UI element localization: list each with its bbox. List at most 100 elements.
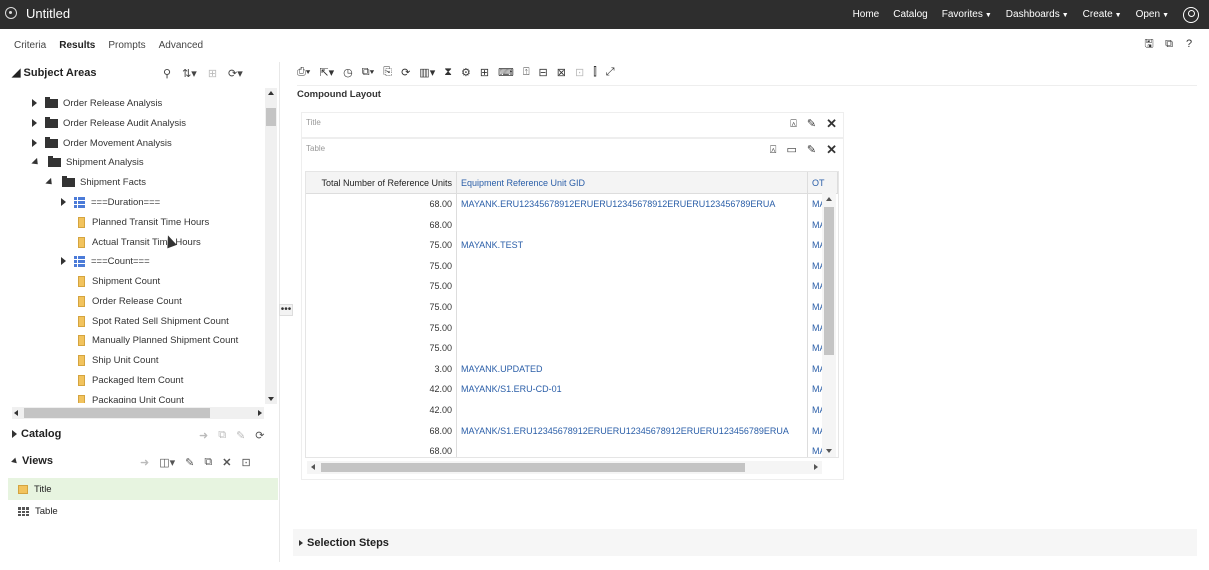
- tree-item-order-release-count[interactable]: Order Release Count: [78, 292, 182, 310]
- table-cell[interactable]: [457, 399, 808, 421]
- new-view-icon[interactable]: ▥▾: [419, 66, 435, 79]
- variables-icon[interactable]: ⌨: [498, 66, 514, 79]
- scroll-up-icon[interactable]: [268, 91, 274, 95]
- panel-splitter[interactable]: •••: [279, 304, 293, 316]
- expand-icon[interactable]: [32, 139, 37, 147]
- scroll-thumb[interactable]: [824, 207, 834, 355]
- views-header[interactable]: Views: [11, 455, 53, 467]
- scroll-down-icon[interactable]: [268, 397, 274, 401]
- collapse-icon[interactable]: [45, 177, 55, 187]
- app-icon[interactable]: [5, 7, 17, 19]
- tree-item-manually-planned-shipment-count[interactable]: Manually Planned Shipment Count: [78, 331, 238, 349]
- expand-icon[interactable]: [32, 99, 37, 107]
- tree-item-ship-unit-count[interactable]: Ship Unit Count: [78, 351, 159, 369]
- tree-item-shipment-facts[interactable]: Shipment Facts: [45, 173, 146, 191]
- schedule-icon[interactable]: ◷: [343, 66, 353, 79]
- new-view-icon[interactable]: ◫▾: [159, 456, 175, 469]
- tree-item-shipment-analysis[interactable]: Shipment Analysis: [31, 153, 144, 171]
- expand-icon[interactable]: [32, 119, 37, 127]
- data-format-icon[interactable]: ▭: [786, 144, 796, 156]
- refresh-icon[interactable]: ⟳: [401, 66, 410, 79]
- column-header[interactable]: OT: [808, 172, 838, 193]
- close-icon[interactable]: ✕: [826, 143, 837, 156]
- nav-favorites[interactable]: Favorites ▼: [942, 9, 992, 20]
- delete-view-icon[interactable]: ✕: [222, 456, 231, 469]
- table-cell[interactable]: [457, 441, 808, 457]
- print-preview-icon[interactable]: ⎘: [383, 66, 392, 79]
- export-icon[interactable]: ⇱▾: [319, 66, 334, 79]
- nav-open[interactable]: Open ▼: [1136, 9, 1169, 20]
- scroll-thumb[interactable]: [24, 408, 210, 418]
- edit-icon[interactable]: ✎: [807, 144, 816, 156]
- tab-criteria[interactable]: Criteria: [14, 40, 46, 51]
- column-properties-icon[interactable]: ⫿: [593, 66, 597, 79]
- copy-icon[interactable]: ⧉▾: [362, 66, 374, 79]
- sort-icon[interactable]: ⇅▾: [182, 67, 197, 80]
- close-icon[interactable]: ✕: [826, 117, 837, 130]
- tree-item-packaging-unit-count[interactable]: Packaging Unit Count: [78, 391, 184, 403]
- table-cell[interactable]: MAYANK/S1.ERU12345678912ERUERU1234567891…: [457, 420, 808, 442]
- table-cell[interactable]: MAYANK.ERU12345678912ERUERU12345678912ER…: [457, 194, 808, 215]
- properties-icon[interactable]: ⊠: [557, 66, 566, 79]
- add-column-icon[interactable]: ⊞: [480, 66, 489, 79]
- save-icon[interactable]: 🖫: [1143, 38, 1155, 50]
- tree-vertical-scrollbar[interactable]: [265, 88, 277, 404]
- scroll-right-icon[interactable]: [814, 464, 818, 470]
- tab-prompts[interactable]: Prompts: [108, 40, 145, 51]
- nav-dashboards[interactable]: Dashboards ▼: [1006, 9, 1069, 20]
- scroll-left-icon[interactable]: [14, 410, 18, 416]
- scroll-thumb[interactable]: [321, 463, 745, 472]
- collapse-icon[interactable]: [31, 157, 41, 167]
- selection-steps-icon[interactable]: ⚙: [461, 66, 471, 79]
- table-vertical-scrollbar[interactable]: [822, 193, 836, 457]
- catalog-header[interactable]: Catalog: [12, 428, 61, 440]
- save-as-icon[interactable]: ⧉: [1163, 38, 1175, 50]
- print-icon[interactable]: ⎙▾: [297, 66, 310, 79]
- tree-item-packaged-item-count[interactable]: Packaged Item Count: [78, 371, 183, 389]
- tree-item-actual-transit-time-hours[interactable]: Actual Transit Time Hours: [78, 233, 201, 251]
- refresh-icon[interactable]: ⟳▾: [228, 67, 243, 80]
- edit-icon[interactable]: ✎: [807, 118, 816, 130]
- table-cell[interactable]: [457, 317, 808, 339]
- view-item-table[interactable]: Table: [8, 500, 278, 522]
- column-header[interactable]: Equipment Reference Unit GID: [457, 172, 808, 193]
- refresh-icon[interactable]: ⟳: [255, 429, 264, 442]
- table-cell[interactable]: MAYANK.UPDATED: [457, 358, 808, 380]
- tree-item-spot-rated-sell-shipment-count[interactable]: Spot Rated Sell Shipment Count: [78, 312, 229, 330]
- nav-home[interactable]: Home: [853, 9, 880, 20]
- help-icon[interactable]: ?: [1183, 38, 1195, 50]
- table-cell[interactable]: MAYANK.TEST: [457, 235, 808, 256]
- table-horizontal-scrollbar[interactable]: [307, 461, 822, 474]
- subject-areas-header[interactable]: ◢ Subject Areas: [12, 66, 96, 79]
- tree-item-planned-transit-time-hours[interactable]: Planned Transit Time Hours: [78, 213, 209, 231]
- format-container-icon[interactable]: ⍓: [770, 144, 777, 156]
- format-container-icon[interactable]: ⍓: [790, 118, 797, 130]
- duplicate-view-icon[interactable]: ⧉: [204, 456, 212, 469]
- view-item-title[interactable]: Title: [8, 478, 278, 500]
- table-cell[interactable]: [457, 338, 808, 359]
- tab-results[interactable]: Results: [59, 40, 95, 51]
- scroll-up-icon[interactable]: [826, 197, 832, 201]
- table-cell[interactable]: [457, 214, 808, 236]
- expand-icon[interactable]: [61, 198, 66, 206]
- tab-advanced[interactable]: Advanced: [159, 40, 203, 51]
- upload-icon[interactable]: ⍐: [523, 66, 530, 79]
- table-cell[interactable]: [457, 276, 808, 297]
- table-cell[interactable]: MAYANK/S1.ERU-CD-01: [457, 379, 808, 400]
- selection-steps-header[interactable]: Selection Steps: [293, 529, 1197, 556]
- column-header[interactable]: Total Number of Reference Units: [306, 172, 457, 193]
- scroll-down-icon[interactable]: [826, 449, 832, 453]
- scroll-left-icon[interactable]: [311, 464, 315, 470]
- tree-item-shipment-count[interactable]: Shipment Count: [78, 272, 160, 290]
- tree-item-duration[interactable]: ===Duration===: [61, 193, 160, 211]
- tree-item-order-movement-analysis[interactable]: Order Movement Analysis: [32, 134, 172, 152]
- scroll-thumb[interactable]: [266, 108, 276, 126]
- table-cell[interactable]: [457, 296, 808, 318]
- tree-item-order-release-analysis[interactable]: Order Release Analysis: [32, 94, 162, 112]
- tree-item-count[interactable]: ===Count===: [61, 252, 150, 270]
- edit-formula-icon[interactable]: ⤢: [606, 66, 615, 79]
- search-icon[interactable]: ⚲: [163, 67, 171, 80]
- edit-view-icon[interactable]: ✎: [185, 456, 194, 469]
- expand-icon[interactable]: [61, 257, 66, 265]
- filter-icon[interactable]: ⧗: [444, 66, 452, 79]
